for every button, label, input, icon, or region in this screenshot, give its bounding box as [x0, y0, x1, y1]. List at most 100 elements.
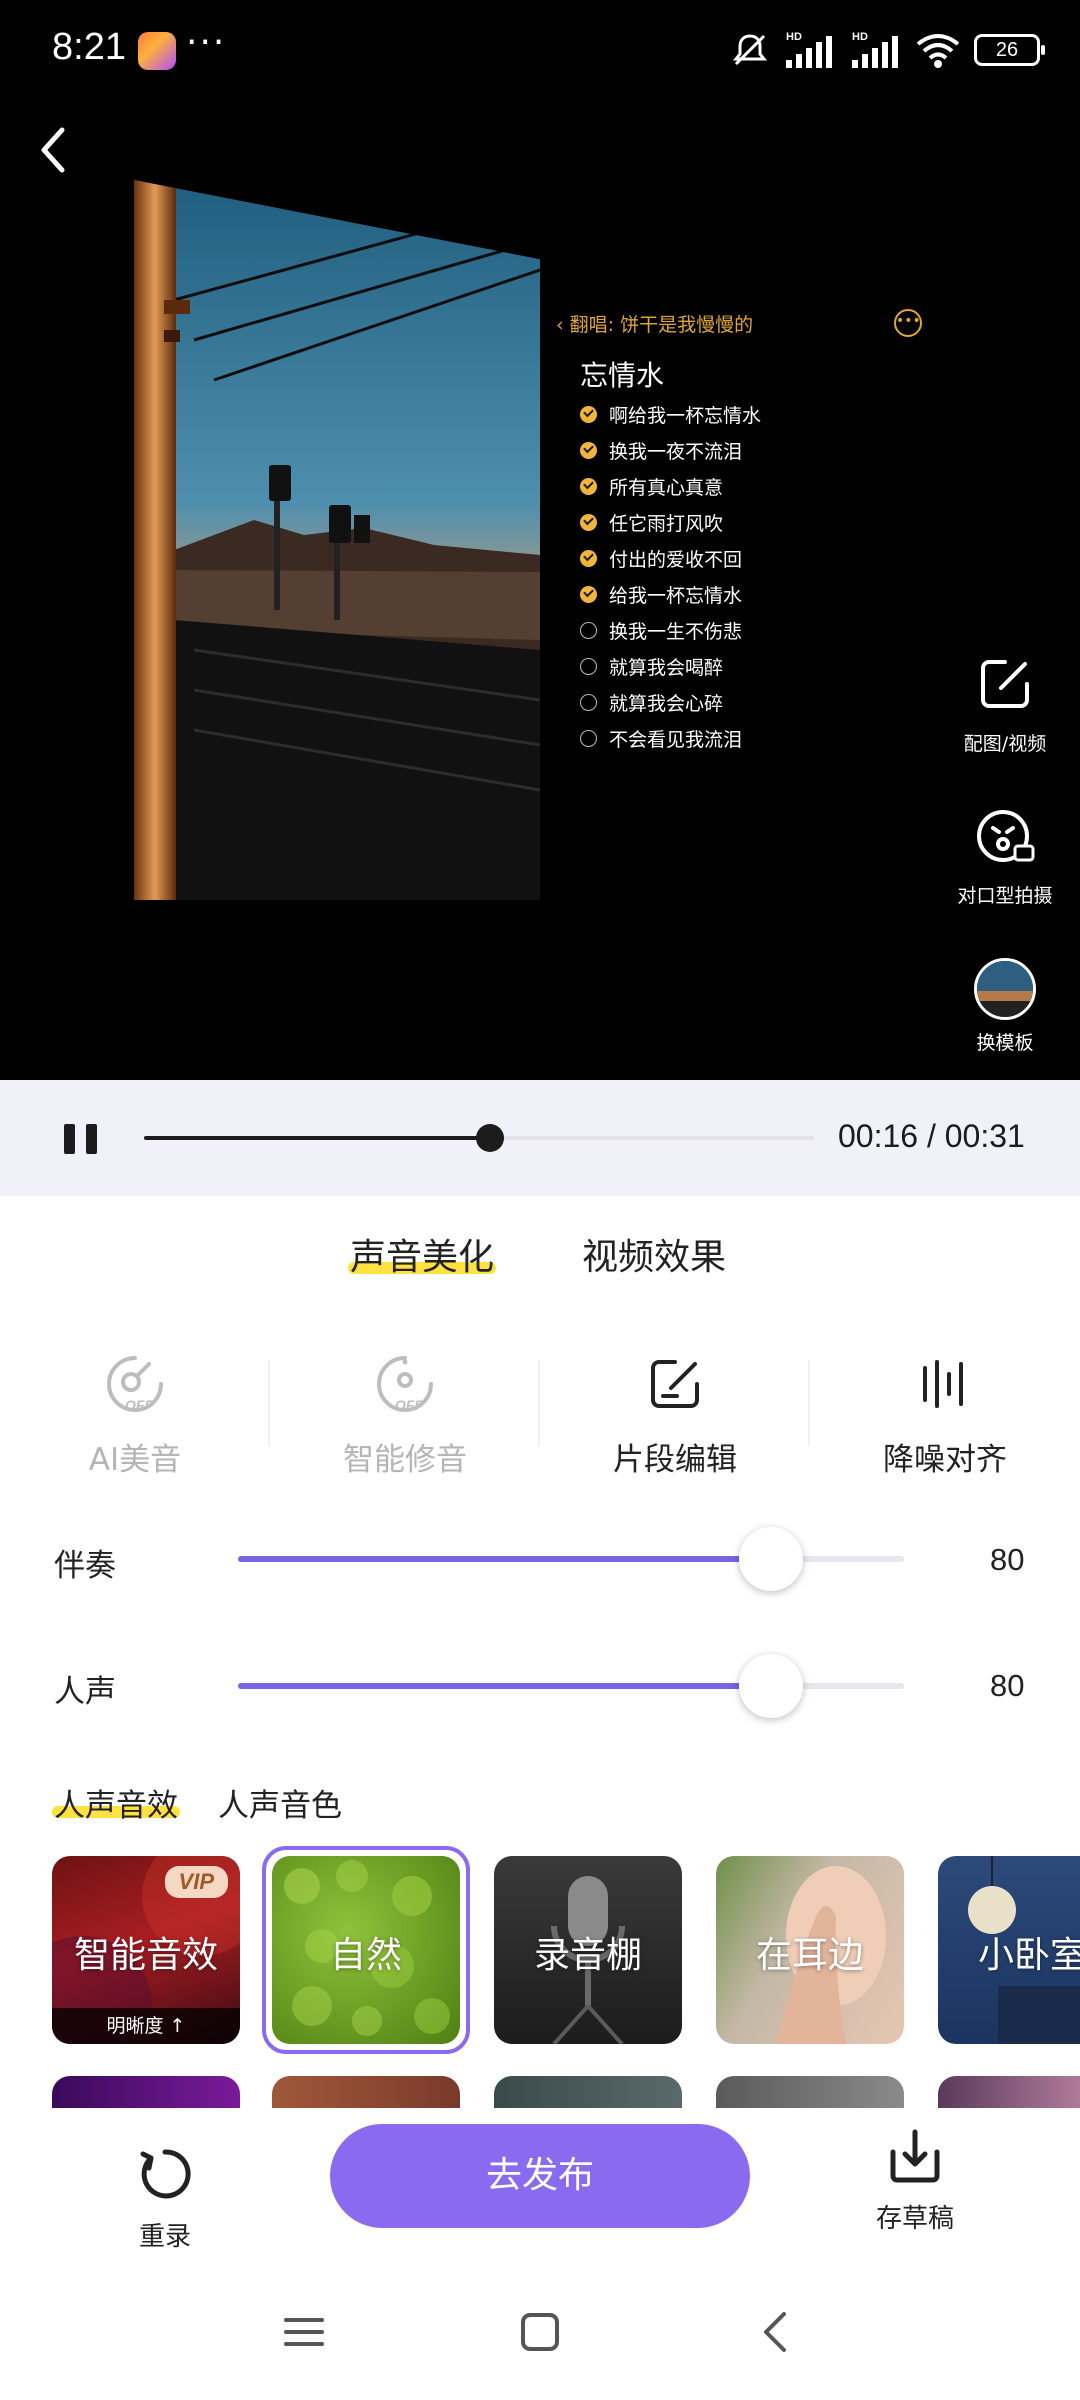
effect-card-title: 录音棚: [533, 1935, 642, 1976]
lip-sync-button[interactable]: 对口型拍摄: [930, 806, 1080, 908]
lyric-line[interactable]: 换我一生不伤悲: [580, 612, 761, 648]
cover-singer: ‹ 翻唱: 饼干是我慢慢的: [556, 314, 754, 336]
save-draft-label: 存草稿: [875, 2204, 954, 2234]
segment-edit-icon: [651, 1360, 699, 1408]
publish-button[interactable]: 去发布: [330, 2124, 750, 2228]
checked-circle-icon[interactable]: [580, 405, 597, 423]
lyric-text: 就算我会心碎: [609, 692, 724, 715]
save-draft-button[interactable]: 存草稿: [850, 2126, 980, 2235]
lyric-text: 就算我会喝醉: [609, 656, 724, 679]
lyric-line[interactable]: 啊给我一杯忘情水: [580, 396, 761, 432]
effect-card-title: 自然: [329, 1935, 402, 1976]
pause-button[interactable]: [64, 1124, 100, 1154]
checked-circle-icon[interactable]: [580, 585, 597, 603]
lyric-line[interactable]: 换我一夜不流泪: [580, 432, 761, 468]
lyric-line[interactable]: 就算我会心碎: [580, 684, 761, 720]
smart-fix-button[interactable]: OFF 智能修音: [270, 1352, 540, 1479]
app-icon: [138, 32, 176, 70]
effect-card-smart[interactable]: VIP 智能音效 明晰度 ↑: [52, 1856, 240, 2044]
accompaniment-label: 伴奏: [54, 1548, 116, 1584]
rerecord-icon: [140, 2149, 191, 2199]
vocal-label: 人声: [54, 1674, 116, 1710]
accompaniment-slider[interactable]: [238, 1527, 904, 1591]
playback-progress[interactable]: [144, 1124, 814, 1152]
accompaniment-value: 80: [990, 1542, 1025, 1577]
accompaniment-slider-handle[interactable]: [738, 1527, 803, 1591]
svg-text:HD: HD: [852, 31, 868, 43]
effect-card-studio[interactable]: 录音棚: [494, 1856, 682, 2044]
tab-voice-beautify[interactable]: 声音美化: [350, 1228, 494, 1280]
unchecked-circle-icon[interactable]: [580, 729, 597, 747]
effect-card-by-ear[interactable]: 在耳边: [716, 1856, 904, 2044]
vocal-value: 80: [990, 1668, 1025, 1703]
change-template-label: 换模板: [976, 1032, 1034, 1054]
playback-progress-fill: [144, 1136, 490, 1140]
lyric-line[interactable]: 所有真心真意: [580, 468, 761, 504]
status-bar: 8:21 ··· HD HD 26: [0, 0, 1080, 100]
playback-bar: 00:16 / 00:31: [0, 1080, 1080, 1196]
more-icon[interactable]: •••: [894, 309, 922, 337]
video-preview: 8:21 ··· HD HD 26 ‹ 翻唱: 饼干是我慢慢的 ••• 忘情水 …: [0, 0, 1080, 1080]
lyric-text: 啊给我一杯忘情水: [609, 404, 762, 427]
playback-progress-handle[interactable]: [475, 1124, 504, 1152]
effect-card-bedroom[interactable]: 小卧室: [938, 1856, 1080, 2044]
lyric-line[interactable]: 就算我会喝醉: [580, 648, 761, 684]
checked-circle-icon[interactable]: [580, 477, 597, 495]
status-time: 8:21: [52, 26, 126, 68]
unchecked-circle-icon[interactable]: [580, 621, 597, 639]
lyric-line[interactable]: 不会看见我流泪: [580, 720, 761, 756]
vocal-slider-handle[interactable]: [738, 1654, 803, 1718]
system-nav-bar: [0, 2280, 1080, 2400]
effect-card-natural[interactable]: 自然: [272, 1856, 460, 2044]
cover-singer-text: 翻唱: 饼干是我慢慢的: [569, 314, 754, 336]
denoise-align-button[interactable]: 降噪对齐: [810, 1352, 1080, 1479]
status-icons: HD HD 26: [730, 28, 1045, 72]
effect-card-title: 智能音效: [73, 1935, 218, 1976]
lyric-line[interactable]: 给我一杯忘情水: [580, 576, 761, 612]
checked-circle-icon[interactable]: [580, 513, 597, 531]
lyric-text: 换我一夜不流泪: [609, 440, 743, 463]
unchecked-circle-icon[interactable]: [580, 693, 597, 711]
rerecord-button[interactable]: 重录: [100, 2144, 230, 2253]
waveform-icon: [923, 1360, 963, 1408]
ai-beauty-label: AI美音: [88, 1442, 182, 1478]
unchecked-circle-icon[interactable]: [580, 657, 597, 675]
hd-signal-icon: HD: [786, 31, 832, 68]
vip-badge: VIP: [164, 1866, 228, 1898]
action-bar: 重录 去发布 存草稿: [0, 2108, 1080, 2280]
accompaniment-slider-fill: [238, 1556, 771, 1562]
vocal-slider[interactable]: [238, 1654, 904, 1718]
pause-icon: [64, 1124, 75, 1154]
edit-square-icon: [981, 660, 1029, 708]
menu-icon[interactable]: [282, 2310, 326, 2354]
vocal-slider-fill: [238, 1683, 771, 1689]
change-template-button[interactable]: 换模板: [930, 958, 1080, 1055]
mute-icon: [732, 34, 768, 66]
tab-video-effects[interactable]: 视频效果: [582, 1228, 726, 1280]
segment-edit-button[interactable]: 片段编辑: [540, 1352, 810, 1479]
nav-back-icon[interactable]: [754, 2310, 798, 2354]
home-icon[interactable]: [518, 2310, 562, 2354]
lyric-line[interactable]: 付出的爱收不回: [580, 540, 761, 576]
lyrics-header: ‹ 翻唱: 饼干是我慢慢的 •••: [556, 306, 926, 342]
segment-edit-label: 片段编辑: [613, 1442, 737, 1478]
ai-beauty-button[interactable]: OFF AI美音: [0, 1352, 270, 1479]
image-video-button[interactable]: 配图/视频: [930, 654, 1080, 756]
effect-card-subtitle: 明晰度 ↑: [52, 2008, 240, 2044]
back-arrow-icon[interactable]: [28, 120, 78, 180]
download-icon: [890, 2129, 940, 2183]
template-photo: [134, 180, 540, 900]
lyric-list: 啊给我一杯忘情水 换我一夜不流泪 所有真心真意任它雨打风吹 付出的爱收不回 给我一杯忘情…: [580, 396, 761, 756]
lyric-line[interactable]: 任它雨打风吹: [580, 504, 761, 540]
pause-icon: [86, 1124, 97, 1154]
playback-time: 00:16 / 00:31: [838, 1118, 1025, 1154]
tab-vocal-timbre[interactable]: 人声音色: [218, 1780, 342, 1825]
lyric-text: 换我一生不伤悲: [609, 620, 743, 643]
checked-circle-icon[interactable]: [580, 441, 597, 459]
lyric-text: 所有真心真意: [609, 476, 724, 499]
lip-sync-label: 对口型拍摄: [957, 885, 1053, 907]
tab-vocal-effect[interactable]: 人声音效: [54, 1780, 178, 1825]
template-thumbnail: [974, 958, 1036, 1020]
checked-circle-icon[interactable]: [580, 549, 597, 567]
battery-icon: 26: [974, 34, 1045, 66]
